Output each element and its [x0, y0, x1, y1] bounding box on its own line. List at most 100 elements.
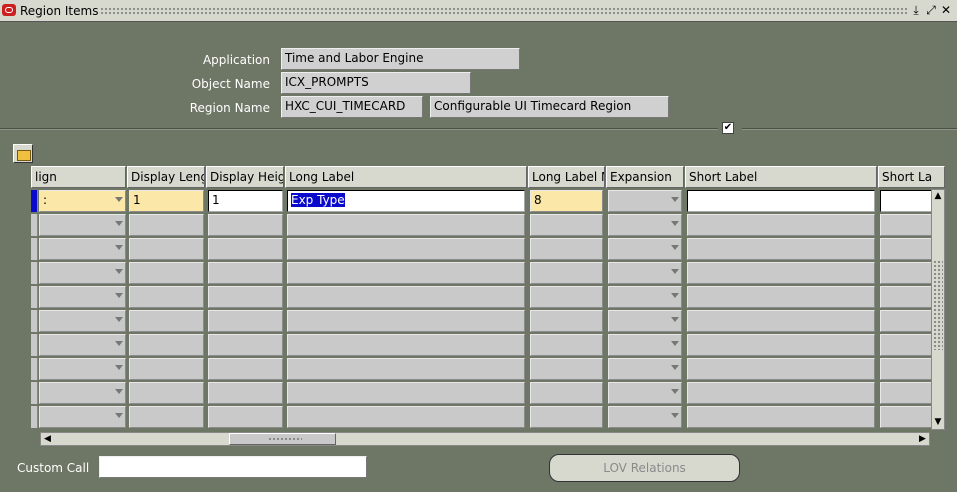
column-header-long-label-max[interactable]: Long Label M [528, 166, 605, 188]
short-label-field[interactable] [687, 286, 875, 308]
short-label-field[interactable] [687, 358, 875, 380]
expansion-select[interactable] [608, 406, 682, 428]
long-label-field[interactable] [287, 358, 525, 380]
long-label-field[interactable] [287, 382, 525, 404]
display-length-field[interactable]: 1 [129, 190, 204, 212]
custom-call-field[interactable] [99, 456, 367, 478]
display-length-field[interactable] [129, 238, 204, 260]
display-height-field[interactable] [208, 406, 283, 428]
align-select[interactable] [39, 334, 126, 356]
expansion-select[interactable] [608, 286, 682, 308]
display-height-field[interactable] [208, 238, 283, 260]
long-label-max-field[interactable] [530, 238, 603, 260]
region-code-field[interactable]: HXC_CUI_TIMECARD [281, 96, 423, 118]
align-select[interactable] [39, 214, 126, 236]
long-label-max-field[interactable] [530, 214, 603, 236]
horizontal-scrollbar[interactable]: ◀ ▶ [40, 432, 930, 446]
display-length-field[interactable] [129, 334, 204, 356]
long-label-max-field[interactable]: 8 [530, 190, 603, 212]
column-header-expansion[interactable]: Expansion [606, 166, 684, 188]
align-select[interactable] [39, 238, 126, 260]
vertical-scrollbar[interactable]: ▲ ▼ [931, 189, 945, 430]
row-indicator[interactable] [31, 406, 38, 428]
long-label-max-field[interactable] [530, 334, 603, 356]
short-label-field[interactable] [687, 214, 875, 236]
display-height-field[interactable]: 1 [208, 190, 283, 212]
expansion-select[interactable] [608, 358, 682, 380]
long-label-field[interactable] [287, 310, 525, 332]
align-select[interactable]: : [39, 190, 126, 212]
short-label-field[interactable] [687, 190, 875, 212]
row-indicator[interactable] [31, 238, 38, 260]
display-height-field[interactable] [208, 382, 283, 404]
display-length-field[interactable] [129, 382, 204, 404]
short-label-field[interactable] [687, 334, 875, 356]
long-label-field[interactable] [287, 262, 525, 284]
long-label-field[interactable] [287, 334, 525, 356]
long-label-max-field[interactable] [530, 262, 603, 284]
long-label-max-field[interactable] [530, 382, 603, 404]
long-label-max-field[interactable] [530, 286, 603, 308]
row-indicator[interactable] [31, 190, 38, 212]
long-label-field[interactable] [287, 286, 525, 308]
long-label-field[interactable]: Exp Type [287, 190, 525, 212]
scroll-thumb[interactable] [933, 260, 943, 350]
display-height-field[interactable] [208, 262, 283, 284]
display-height-field[interactable] [208, 358, 283, 380]
expansion-select[interactable] [608, 238, 682, 260]
row-indicator[interactable] [31, 214, 38, 236]
column-header-display-height[interactable]: Display Heig [206, 166, 284, 188]
expansion-select[interactable] [608, 382, 682, 404]
row-indicator[interactable] [31, 382, 38, 404]
align-select[interactable] [39, 358, 126, 380]
close-icon[interactable]: ✕ [939, 3, 953, 17]
row-indicator[interactable] [31, 310, 38, 332]
minimize-icon[interactable]: ⤓ [909, 3, 923, 17]
display-length-field[interactable] [129, 310, 204, 332]
display-height-field[interactable] [208, 286, 283, 308]
folder-tool-button[interactable] [13, 144, 33, 163]
object-name-field[interactable]: ICX_PROMPTS [281, 72, 471, 94]
short-label-field[interactable] [687, 310, 875, 332]
lov-relations-button[interactable]: LOV Relations [549, 454, 740, 482]
expansion-select[interactable] [608, 190, 682, 212]
short-label-field[interactable] [687, 238, 875, 260]
display-height-field[interactable] [208, 214, 283, 236]
short-label-field[interactable] [687, 382, 875, 404]
long-label-max-field[interactable] [530, 358, 603, 380]
display-length-field[interactable] [129, 262, 204, 284]
column-header-short-label[interactable]: Short Label [685, 166, 877, 188]
scroll-up-icon[interactable]: ▲ [932, 190, 944, 203]
scroll-right-icon[interactable]: ▶ [916, 433, 929, 445]
row-indicator[interactable] [31, 334, 38, 356]
row-indicator[interactable] [31, 286, 38, 308]
expansion-select[interactable] [608, 310, 682, 332]
display-length-field[interactable] [129, 214, 204, 236]
scroll-left-icon[interactable]: ◀ [41, 433, 54, 445]
short-label-field[interactable] [687, 406, 875, 428]
align-select[interactable] [39, 262, 126, 284]
long-label-field[interactable] [287, 214, 525, 236]
display-height-field[interactable] [208, 334, 283, 356]
long-label-field[interactable] [287, 406, 525, 428]
column-header-short-label-2[interactable]: Short La [878, 166, 945, 188]
align-select[interactable] [39, 382, 126, 404]
align-select[interactable] [39, 286, 126, 308]
display-height-field[interactable] [208, 310, 283, 332]
column-header-long-label[interactable]: Long Label [285, 166, 527, 188]
long-label-field[interactable] [287, 238, 525, 260]
display-length-field[interactable] [129, 358, 204, 380]
expansion-select[interactable] [608, 214, 682, 236]
scroll-thumb[interactable] [229, 433, 336, 445]
expansion-select[interactable] [608, 262, 682, 284]
application-field[interactable]: Time and Labor Engine [281, 48, 520, 70]
region-description-field[interactable]: Configurable UI Timecard Region [430, 96, 669, 118]
expansion-select[interactable] [608, 334, 682, 356]
column-header-display-length[interactable]: Display Leng [127, 166, 205, 188]
align-select[interactable] [39, 406, 126, 428]
maximize-icon[interactable]: ⤢ [924, 3, 938, 17]
row-indicator[interactable] [31, 262, 38, 284]
short-label-field[interactable] [687, 262, 875, 284]
long-label-max-field[interactable] [530, 406, 603, 428]
scroll-down-icon[interactable]: ▼ [932, 416, 944, 429]
